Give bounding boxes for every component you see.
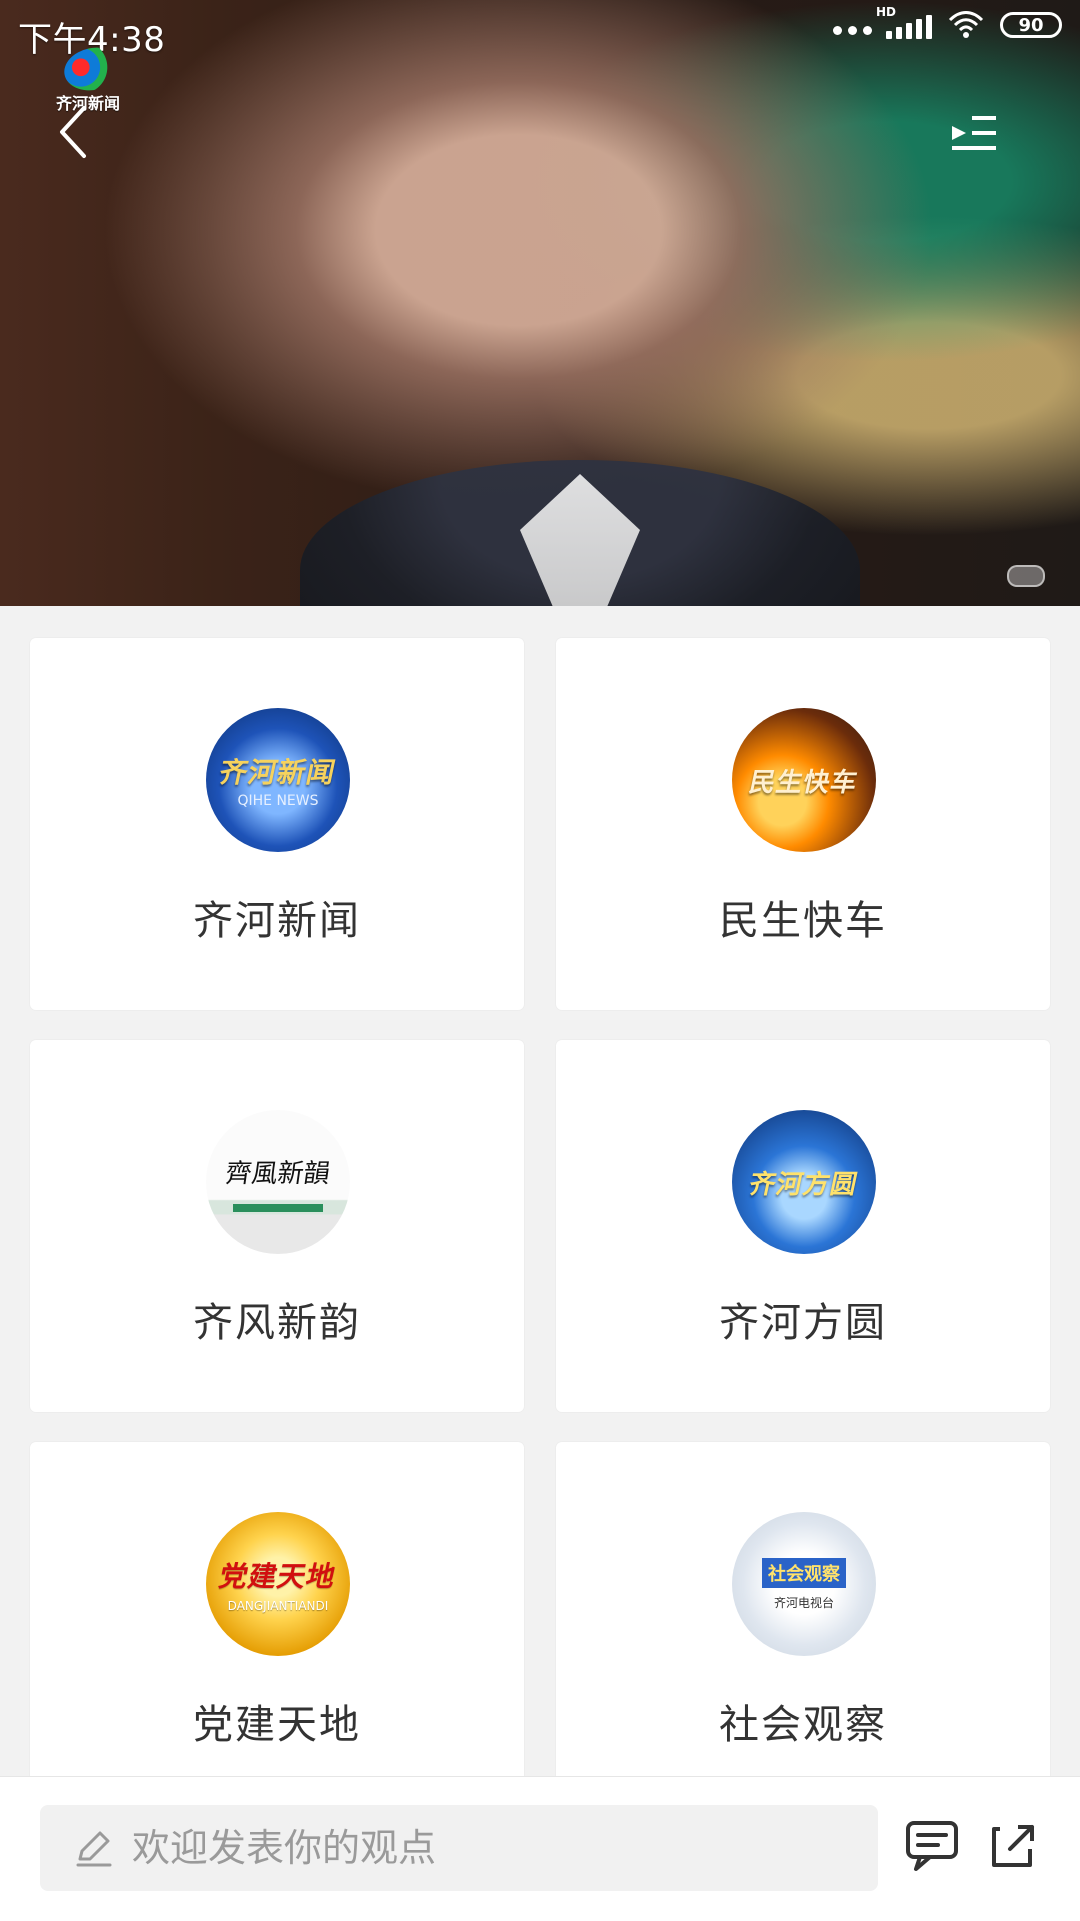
program-label: 党建天地 [193, 1702, 361, 1748]
program-card-qihe-news[interactable]: 齐河新闻 QIHE NEWS 齐河新闻 [30, 638, 524, 1010]
chat-bubble-icon[interactable] [902, 1815, 962, 1875]
status-bar: 下午4:38 HD 90 [0, 0, 1080, 70]
network-label: HD [876, 5, 897, 19]
channel-logo-mark [60, 42, 126, 96]
share-icon[interactable] [984, 1815, 1044, 1875]
program-thumbnail: 齐河新闻 QIHE NEWS [206, 708, 350, 852]
thumbnail-title: 齐河新闻 [216, 756, 340, 789]
program-thumbnail: 齊風新韻 [206, 1110, 350, 1254]
status-icons: HD 90 [833, 5, 1062, 40]
program-label: 社会观察 [719, 1702, 887, 1748]
thumbnail-subtitle: DANGJIANTIANDI [227, 1599, 329, 1613]
pencil-icon [76, 1831, 112, 1867]
thumbnail-subtitle: 齐河电视台 [773, 1595, 834, 1610]
program-thumbnail: 社会观察 齐河电视台 [732, 1512, 876, 1656]
program-card-qihe-fangyuan[interactable]: 齐河方圆 齐河方圆 [556, 1040, 1050, 1412]
thumbnail-title: 齊風新韻 [223, 1158, 332, 1189]
thumbnail-strip [232, 1203, 323, 1212]
thumbnail-title: 民生快车 [746, 767, 861, 798]
program-thumbnail: 齐河方圆 [732, 1110, 876, 1254]
program-card-minsheng-express[interactable]: 民生快车 民生快车 [556, 638, 1050, 1010]
thumbnail-subtitle: QIHE NEWS [237, 793, 319, 809]
program-label: 齐风新韵 [193, 1300, 361, 1346]
program-thumbnail: 民生快车 [732, 708, 876, 852]
chevron-left-icon[interactable] [54, 104, 92, 160]
wifi-icon [948, 11, 984, 38]
comment-input[interactable] [130, 1825, 834, 1871]
program-label: 民生快车 [719, 898, 887, 944]
program-card-dangjian-tiandi[interactable]: 党建天地 DANGJIANTIANDI 党建天地 [30, 1442, 524, 1814]
thumbnail-title: 齐河方圆 [746, 1169, 861, 1200]
signal-icon: HD [876, 5, 932, 39]
program-card-qifeng-xinyun[interactable]: 齊風新韻 齐风新韵 [30, 1040, 524, 1412]
thumbnail-title: 社会观察 [762, 1557, 846, 1588]
battery-indicator: 90 [1000, 12, 1062, 38]
video-progress-indicator[interactable] [1007, 565, 1045, 587]
battery-level: 90 [1018, 14, 1044, 36]
playlist-icon[interactable] [948, 112, 1000, 154]
more-dots-icon [833, 25, 872, 35]
comment-input-container[interactable] [40, 1805, 878, 1891]
program-label: 齐河方圆 [719, 1300, 887, 1346]
thumbnail-title: 党建天地 [216, 1560, 340, 1593]
video-player[interactable] [0, 0, 1080, 606]
bottom-action-bar [0, 1776, 1080, 1921]
program-label: 齐河新闻 [193, 898, 361, 944]
program-card-shehui-guancha[interactable]: 社会观察 齐河电视台 社会观察 [556, 1442, 1050, 1814]
program-thumbnail: 党建天地 DANGJIANTIANDI [206, 1512, 350, 1656]
